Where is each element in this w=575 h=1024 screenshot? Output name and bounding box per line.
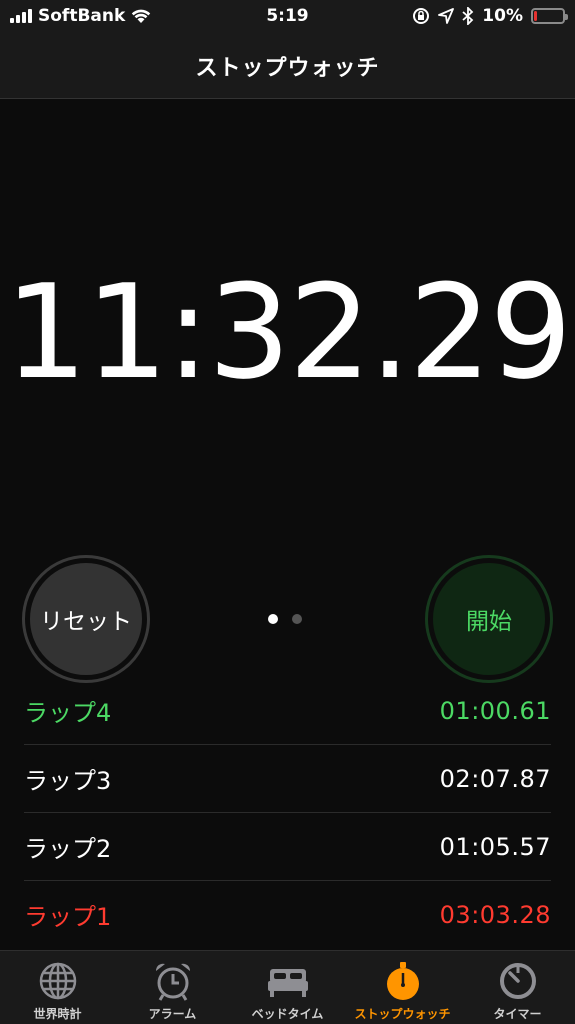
- lap-label: ラップ4: [24, 699, 112, 727]
- lap-label: ラップ3: [24, 767, 112, 795]
- location-icon: [438, 8, 455, 24]
- battery-percent: 10%: [482, 6, 523, 26]
- lap-list[interactable]: ラップ4 01:00.61 ラップ3 02:07.87 ラップ2 01:05.57 ラップ1…: [24, 694, 551, 950]
- tab-item[interactable]: 世界時計: [0, 951, 115, 1024]
- stopwatch-display: 11:32.29: [4, 256, 572, 408]
- globe-icon: [36, 959, 80, 1003]
- tab-label: ストップウォッチ: [354, 1007, 451, 1021]
- start-button-label: 開始: [431, 561, 547, 677]
- tab-label: アラーム: [148, 1007, 197, 1021]
- lap-row: ラップ1 03:03.28: [24, 880, 551, 948]
- page-dot: [292, 614, 302, 624]
- page-dot: [268, 614, 278, 624]
- lap-row: ラップ4 01:00.61: [24, 694, 551, 744]
- lap-time: 03:03.28: [439, 900, 551, 929]
- lap-time: 01:00.61: [439, 696, 551, 725]
- lap-row: ラップ2 01:05.57: [24, 812, 551, 880]
- lap-row: ラップ3 02:07.87: [24, 744, 551, 812]
- tab-item[interactable]: ストップウォッチ: [345, 951, 460, 1024]
- rotation-lock-icon: [413, 8, 430, 24]
- lap-time: 02:07.87: [439, 764, 551, 793]
- lap-time: 01:05.57: [439, 832, 551, 861]
- lap-label: ラップ1: [24, 903, 112, 931]
- tab-item[interactable]: アラーム: [115, 951, 230, 1024]
- alarm-clock-icon: [151, 959, 195, 1003]
- start-button[interactable]: 開始: [425, 555, 553, 683]
- status-time: 5:19: [266, 6, 309, 26]
- bed-icon: [266, 959, 310, 1003]
- stopwatch-icon: [381, 959, 425, 1003]
- tab-item[interactable]: ベッドタイム: [230, 951, 345, 1024]
- stopwatch-screen: SoftBank 5:19 10% ストップウォッチ 11:32.29 リセット…: [0, 0, 575, 1024]
- tab-label: ベッドタイム: [251, 1007, 324, 1021]
- page-indicator[interactable]: [268, 614, 302, 624]
- tab-item[interactable]: タイマー: [460, 951, 575, 1024]
- tab-bar: 世界時計 アラーム ベッドタイム ストップウォッチ タイマー: [0, 950, 575, 1024]
- nav-bar: ストップウォッチ: [0, 34, 575, 99]
- timer-icon: [496, 959, 540, 1003]
- reset-button[interactable]: リセット: [22, 555, 150, 683]
- battery-icon: [531, 8, 568, 24]
- status-bar: SoftBank 5:19 10%: [0, 0, 575, 34]
- bluetooth-icon: [462, 7, 474, 25]
- tab-label: 世界時計: [33, 1007, 82, 1021]
- tab-label: タイマー: [493, 1007, 542, 1021]
- page-title: ストップウォッチ: [195, 56, 380, 81]
- reset-button-label: リセット: [28, 561, 144, 677]
- lap-label: ラップ2: [24, 835, 112, 863]
